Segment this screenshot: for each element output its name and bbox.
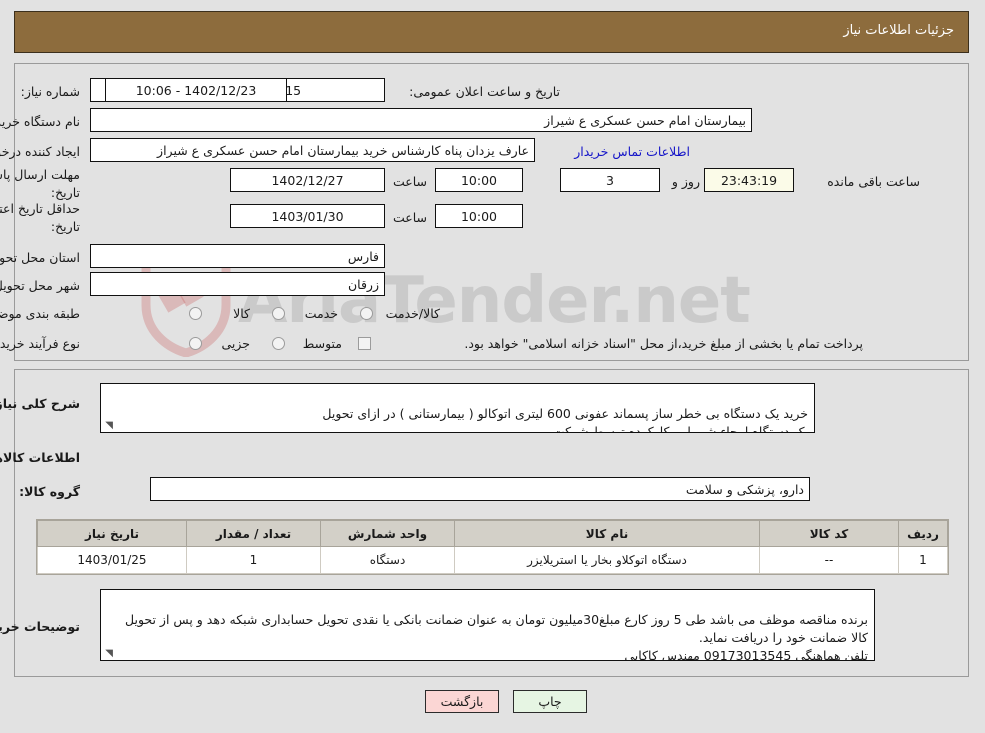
requester-field[interactable]: عارف یزدان پناه کارشناس خرید بیمارستان ا…	[90, 138, 535, 162]
cell-need-date: 1403/01/25	[37, 546, 187, 574]
resize-grip-icon-2[interactable]: ◥	[103, 649, 113, 659]
public-announcement-field[interactable]: 1402/12/23 - 10:06	[105, 78, 287, 102]
cell-code: --	[759, 546, 899, 574]
general-description-textarea[interactable]: خرید یک دستگاه بی خطر ساز پسماند عفونی 6…	[100, 383, 815, 433]
delivery-province-label: استان محل تحویل:	[0, 250, 80, 265]
radio-category-kala-khedmat-label: کالا/خدمت	[385, 306, 440, 321]
page-title: جزئیات اطلاعات نیاز	[843, 23, 954, 38]
price-validity-hour-label: ساعت	[392, 210, 427, 225]
delivery-city-field[interactable]: زرقان	[90, 272, 385, 296]
need-number-label: شماره نیاز:	[20, 84, 80, 99]
checkbox-treasury-docs[interactable]	[358, 337, 371, 350]
countdown-field: 23:43:19	[704, 168, 794, 192]
radio-process-jozei[interactable]	[189, 337, 202, 350]
price-validity-hour-field[interactable]: 10:00	[435, 204, 523, 228]
response-deadline-label-1: مهلت ارسال پاسخ: تا	[0, 167, 80, 182]
goods-group-label: گروه کالا:	[19, 484, 80, 499]
table-row[interactable]: 1 -- دستگاه اتوکلاو بخار یا استریلایزر د…	[37, 546, 948, 574]
items-table-wrapper: ردیف کد کالا نام کالا واحد شمارش تعداد /…	[36, 519, 949, 575]
radio-category-kala[interactable]	[189, 307, 202, 320]
delivery-province-field[interactable]: فارس	[90, 244, 385, 268]
requester-label: ایجاد کننده درخواست:	[0, 144, 80, 159]
buyer-notes-label: توضیحات خریدار:	[0, 619, 80, 634]
response-deadline-label-2: تاریخ:	[50, 185, 80, 200]
cell-row: 1	[898, 546, 948, 574]
remaining-days-field[interactable]: 3	[560, 168, 660, 192]
radio-process-motevaset-label: متوسط	[302, 336, 342, 351]
remaining-days-label: روز و	[671, 174, 700, 189]
page-root: AriaTender.net جزئیات اطلاعات نیاز شماره…	[0, 0, 985, 733]
buyer-org-field[interactable]: بیمارستان امام حسن عسکری ع شیراز	[90, 108, 752, 132]
buyer-notes-textarea[interactable]: برنده مناقصه موظف می باشد طی 5 روز کارع …	[100, 589, 875, 661]
general-description-label: شرح کلی نیاز:	[0, 396, 80, 411]
col-row: ردیف	[898, 520, 948, 547]
price-validity-date-field[interactable]: 1403/01/30	[230, 204, 385, 228]
buyer-notes-value: برنده مناقصه موظف می باشد طی 5 روز کارع …	[125, 612, 868, 661]
radio-category-kala-label: کالا	[233, 306, 250, 321]
radio-category-khedmat[interactable]	[272, 307, 285, 320]
price-validity-label-1: حداقل تاریخ اعتبار قیمت: تا	[0, 201, 80, 216]
price-validity-label-2: تاریخ:	[50, 219, 80, 234]
items-table: ردیف کد کالا نام کالا واحد شمارش تعداد /…	[37, 520, 948, 574]
table-header-row: ردیف کد کالا نام کالا واحد شمارش تعداد /…	[37, 520, 948, 547]
col-code: کد کالا	[759, 520, 899, 547]
radio-process-motevaset[interactable]	[272, 337, 285, 350]
radio-process-jozei-label: جزیی	[221, 336, 250, 351]
col-need-date: تاریخ نیاز	[37, 520, 187, 547]
col-name: نام کالا	[454, 520, 760, 547]
general-description-value: خرید یک دستگاه بی خطر ساز پسماند عفونی 6…	[322, 406, 808, 433]
cell-name: دستگاه اتوکلاو بخار یا استریلایزر	[454, 546, 760, 574]
countdown-label: ساعت باقی مانده	[827, 174, 920, 189]
resize-grip-icon[interactable]: ◥	[103, 421, 113, 431]
goods-group-field[interactable]: دارو، پزشکی و سلامت	[150, 477, 810, 501]
col-quantity: تعداد / مقدار	[186, 520, 321, 547]
response-deadline-date-field[interactable]: 1402/12/27	[230, 168, 385, 192]
radio-category-khedmat-label: خدمت	[304, 306, 338, 321]
buyer-org-label: نام دستگاه خریدار:	[0, 114, 80, 129]
col-unit: واحد شمارش	[320, 520, 455, 547]
buyer-contact-link[interactable]: اطلاعات تماس خریدار	[574, 144, 690, 159]
cell-unit: دستگاه	[320, 546, 455, 574]
cell-quantity: 1	[186, 546, 321, 574]
subject-category-label: طبقه بندی موضوعی:	[0, 306, 80, 321]
back-button[interactable]: بازگشت	[425, 690, 499, 713]
response-deadline-hour-label: ساعت	[392, 174, 427, 189]
purchase-process-label: نوع فرآیند خرید :	[0, 336, 80, 351]
delivery-city-label: شهر محل تحویل:	[0, 278, 80, 293]
radio-category-kala-khedmat[interactable]	[360, 307, 373, 320]
treasury-docs-note: پرداخت تمام یا بخشی از مبلغ خرید،از محل …	[464, 336, 863, 351]
page-header-bar: جزئیات اطلاعات نیاز	[14, 11, 969, 53]
goods-section-title: اطلاعات کالاهای مورد نیاز	[0, 450, 80, 465]
public-announcement-label: تاریخ و ساعت اعلان عمومی:	[409, 84, 560, 99]
response-deadline-hour-field[interactable]: 10:00	[435, 168, 523, 192]
print-button[interactable]: چاپ	[513, 690, 587, 713]
